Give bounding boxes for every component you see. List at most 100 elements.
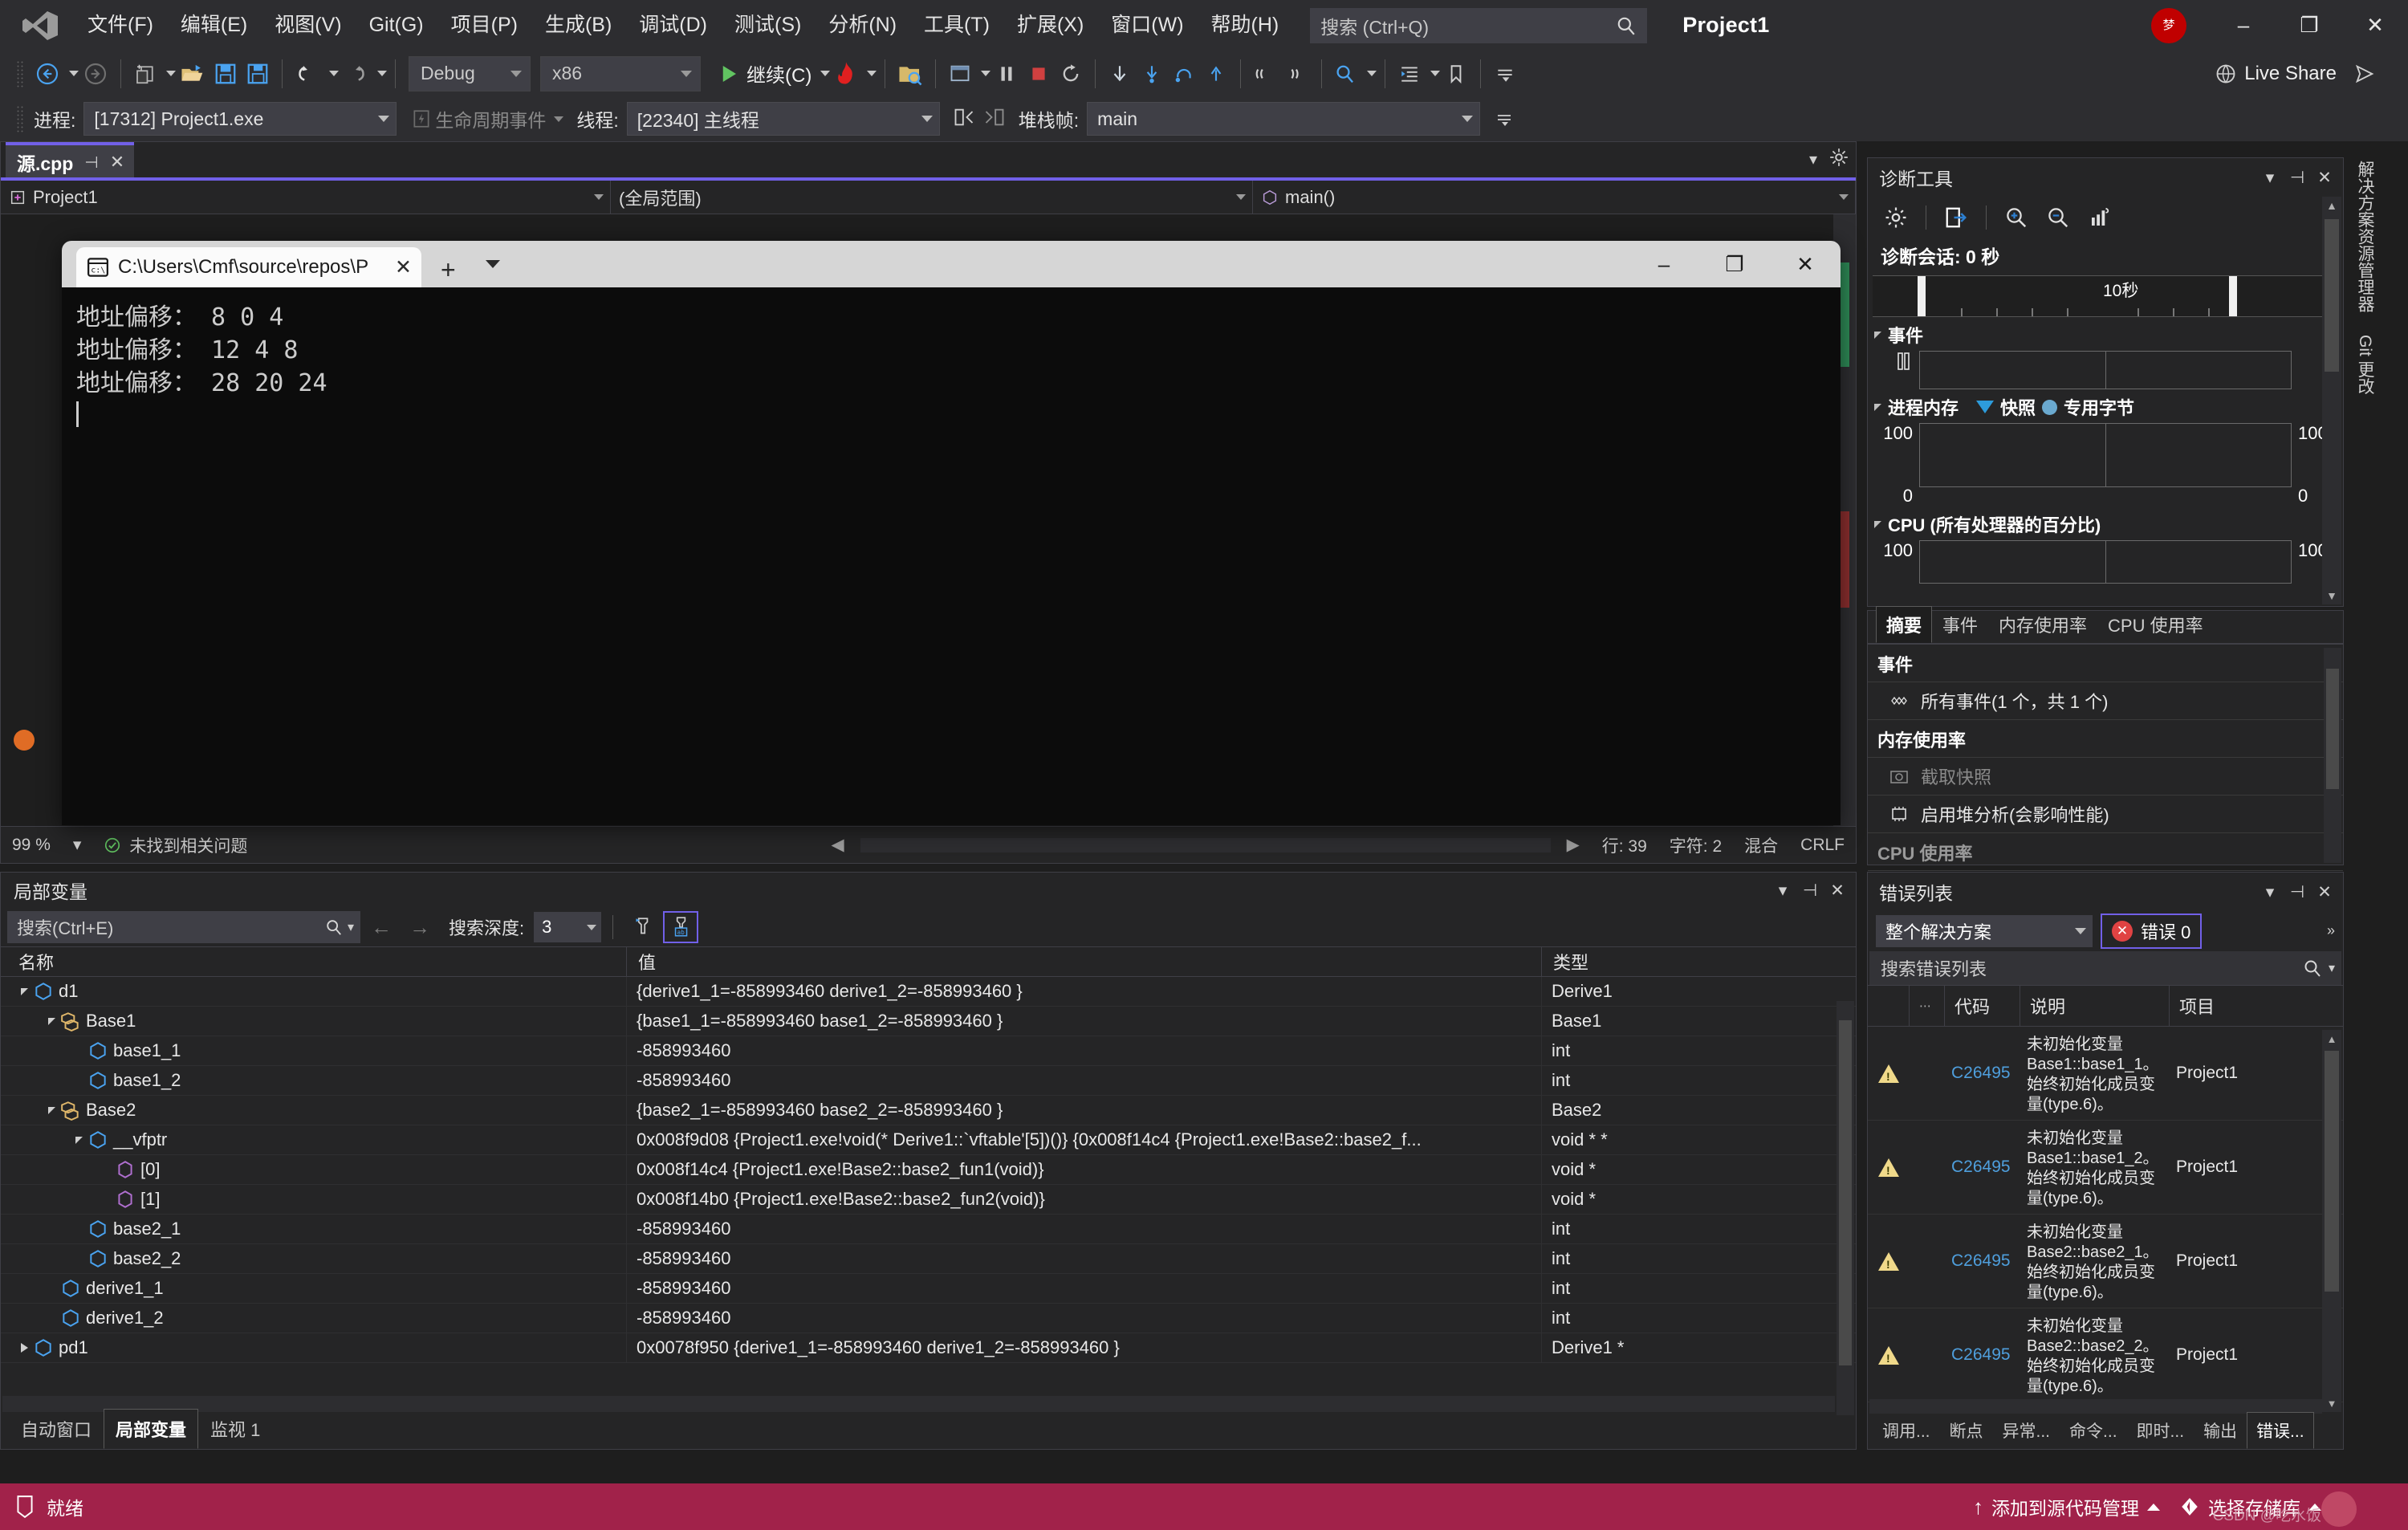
toolbar-grip-icon[interactable] [16,105,24,132]
bookmark-button[interactable] [1440,55,1472,92]
tab-error-list[interactable]: 错误... [2247,1412,2314,1449]
new-project-dropdown-icon[interactable] [166,71,176,76]
solution-platform-combo[interactable]: x86 [540,55,701,92]
variable-name-cell[interactable]: [1] [1,1185,627,1214]
live-share-button[interactable]: Live Share [2210,55,2341,92]
scrollbar-thumb[interactable] [2325,1051,2339,1292]
editor-zoom-level[interactable]: 99 % [1,836,62,855]
show-next-statement-button[interactable] [1104,55,1136,92]
window-layout-dropdown-icon[interactable] [981,71,991,76]
error-code-cell[interactable]: C26495 [1945,1308,2020,1402]
editor-zoom-dropdown-icon[interactable]: ▾ [62,835,93,855]
variable-value-cell[interactable]: 0x008f9d08 {Project1.exe!void(* Derive1:… [627,1125,1542,1154]
breakpoint-marker-icon[interactable] [14,730,35,751]
scrollbar-thumb[interactable] [2326,669,2339,789]
editor-tab-source-cpp[interactable]: 源.cpp ⊣ ✕ [6,142,135,179]
stop-debugging-button[interactable] [1023,55,1055,92]
panel-pin-icon[interactable]: ⊣ [1796,877,1824,904]
debug-toolbar-options-button[interactable] [1488,100,1520,137]
variable-value-cell[interactable]: -858993460 [627,1274,1542,1303]
toolbar-grip-icon[interactable] [16,59,24,87]
toolbar-options-button[interactable] [1489,55,1521,92]
variable-value-cell[interactable]: {derive1_1=-858993460 derive1_2=-8589934… [627,977,1542,1006]
zoom-out-button[interactable] [2040,201,2076,234]
search-next-button[interactable]: → [402,911,437,943]
pin-icon[interactable]: ⊣ [84,153,98,173]
tab-command-window[interactable]: 命令... [2060,1412,2127,1449]
expander-collapse-icon[interactable] [70,1136,87,1144]
summary-heap-profiling-row[interactable]: 启用堆分析(会影响性能) [1868,796,2343,833]
variable-name-cell[interactable]: pd1 [1,1333,627,1362]
table-row[interactable]: d1 {derive1_1=-858993460 derive1_2=-85899… [1,977,1856,1007]
previous-frame-button[interactable] [953,106,975,132]
save-button[interactable] [209,55,242,92]
summary-all-events-row[interactable]: 所有事件(1 个，共 1 个) [1868,682,2343,720]
navigate-backward-dropdown-icon[interactable] [69,71,79,76]
menu-item-extensions[interactable]: 扩展(X) [1003,10,1097,42]
menu-item-window[interactable]: 窗口(W) [1097,10,1197,42]
error-count-toggle[interactable]: ✕ 错误 0 [2101,914,2203,949]
vertical-tab-solution-explorer[interactable]: 解决方案资源管理器 [2351,149,2378,323]
scroll-up-icon[interactable]: ▲ [2322,197,2341,214]
scrollbar-thumb[interactable] [1839,1020,1852,1365]
indent-button[interactable] [1393,55,1426,92]
search-options-dropdown-icon[interactable]: ▾ [2329,960,2335,976]
menu-item-project[interactable]: 项目(P) [437,10,531,42]
panel-pin-icon[interactable]: ⊣ [2284,878,2311,905]
scroll-down-icon[interactable]: ▼ [2322,587,2341,604]
console-new-tab-button[interactable]: + [441,255,456,285]
table-row[interactable]: __vfptr 0x008f9d08 {Project1.exe!void(* D… [1,1125,1856,1155]
search-depth-combo[interactable]: 3 [534,912,602,942]
console-tab-close-icon[interactable]: ✕ [395,255,412,279]
feedback-button[interactable] [2349,55,2381,92]
expander-expand-icon[interactable] [15,1343,33,1353]
table-row[interactable]: pd1 0x0078f950 {derive1_1=-858993460 deri… [1,1333,1856,1363]
panel-close-icon[interactable]: ✕ [1824,877,1851,904]
table-row[interactable]: [1] 0x008f14b0 {Project1.exe!Base2::base2… [1,1185,1856,1215]
console-tab[interactable]: c:\ C:\Users\Cmf\source\repos\P ✕ [76,247,421,287]
stackframe-combo[interactable]: main [1087,102,1481,136]
hscroll-right-icon[interactable]: ▶ [1556,835,1591,855]
variable-name-cell[interactable]: base2_2 [1,1244,627,1273]
solution-configuration-combo[interactable]: Debug [409,55,531,92]
error-scope-combo[interactable]: 整个解决方案 [1876,915,2093,947]
variable-name-cell[interactable]: Base2 [1,1096,627,1125]
diagnostics-timeline[interactable]: 10秒 [1873,275,2338,317]
panel-close-icon[interactable]: ✕ [2311,878,2338,905]
diagnostics-memory-section-title[interactable]: 进程内存 快照 专用字节 [1868,389,2343,423]
continue-dropdown-icon[interactable] [820,71,831,76]
scroll-down-icon[interactable]: ▼ [2322,1394,2341,1412]
variable-value-cell[interactable]: {base2_1=-858993460 base2_2=-858993460 } [627,1096,1542,1125]
expander-collapse-icon[interactable] [43,1106,60,1114]
error-list-vertical-scrollbar[interactable]: ▲ ▼ [2322,1030,2341,1412]
navbar-project-combo[interactable]: Project1 [1,180,611,214]
variable-name-cell[interactable]: __vfptr [1,1125,627,1154]
minimize-button[interactable]: – [2211,0,2276,51]
error-row[interactable]: C26495未初始化变量 Base1::base1_1。始终初始化成员变量(ty… [1868,1027,2343,1121]
variable-value-cell[interactable]: 0x008f14b0 {Project1.exe!Base2::base2_fu… [627,1185,1542,1214]
menu-item-debug[interactable]: 调试(D) [625,10,721,42]
summary-take-snapshot-row[interactable]: 截取快照 [1868,758,2343,796]
tab-cpu-usage[interactable]: CPU 使用率 [2097,606,2214,643]
error-row[interactable]: C26495未初始化变量 Base2::base2_2。始终初始化成员变量(ty… [1868,1308,2343,1402]
editor-settings-icon[interactable] [1828,147,1849,172]
continue-button[interactable]: 继续(C) [712,55,816,92]
find-references-dropdown-icon[interactable] [1367,71,1377,76]
menu-item-tools[interactable]: 工具(T) [910,10,1003,42]
variable-name-cell[interactable]: derive1_2 [1,1304,627,1333]
error-column-code[interactable]: 代码 [1945,986,2020,1026]
variable-name-cell[interactable]: Base1 [1,1007,627,1036]
column-header-type[interactable]: 类型 [1542,947,1856,976]
console-output[interactable]: 地址偏移： 8 0 4 地址偏移： 12 4 8 地址偏移： 28 20 24 [62,287,1841,825]
table-row[interactable]: Base1 {base1_1=-858993460 base1_2=-858993… [1,1007,1856,1036]
error-row[interactable]: C26495未初始化变量 Base1::base1_2。始终初始化成员变量(ty… [1868,1121,2343,1215]
variable-name-cell[interactable]: base2_1 [1,1215,627,1243]
save-all-button[interactable] [242,55,274,92]
zoom-in-button[interactable] [1998,201,2035,234]
tab-output[interactable]: 输出 [2194,1412,2247,1449]
new-project-button[interactable] [129,55,161,92]
navigate-backward-button[interactable] [31,55,64,92]
table-row[interactable]: Base2 {base2_1=-858993460 base2_2=-858993… [1,1096,1856,1125]
menu-item-edit[interactable]: 编辑(E) [167,10,261,42]
variable-name-cell[interactable]: derive1_1 [1,1274,627,1303]
